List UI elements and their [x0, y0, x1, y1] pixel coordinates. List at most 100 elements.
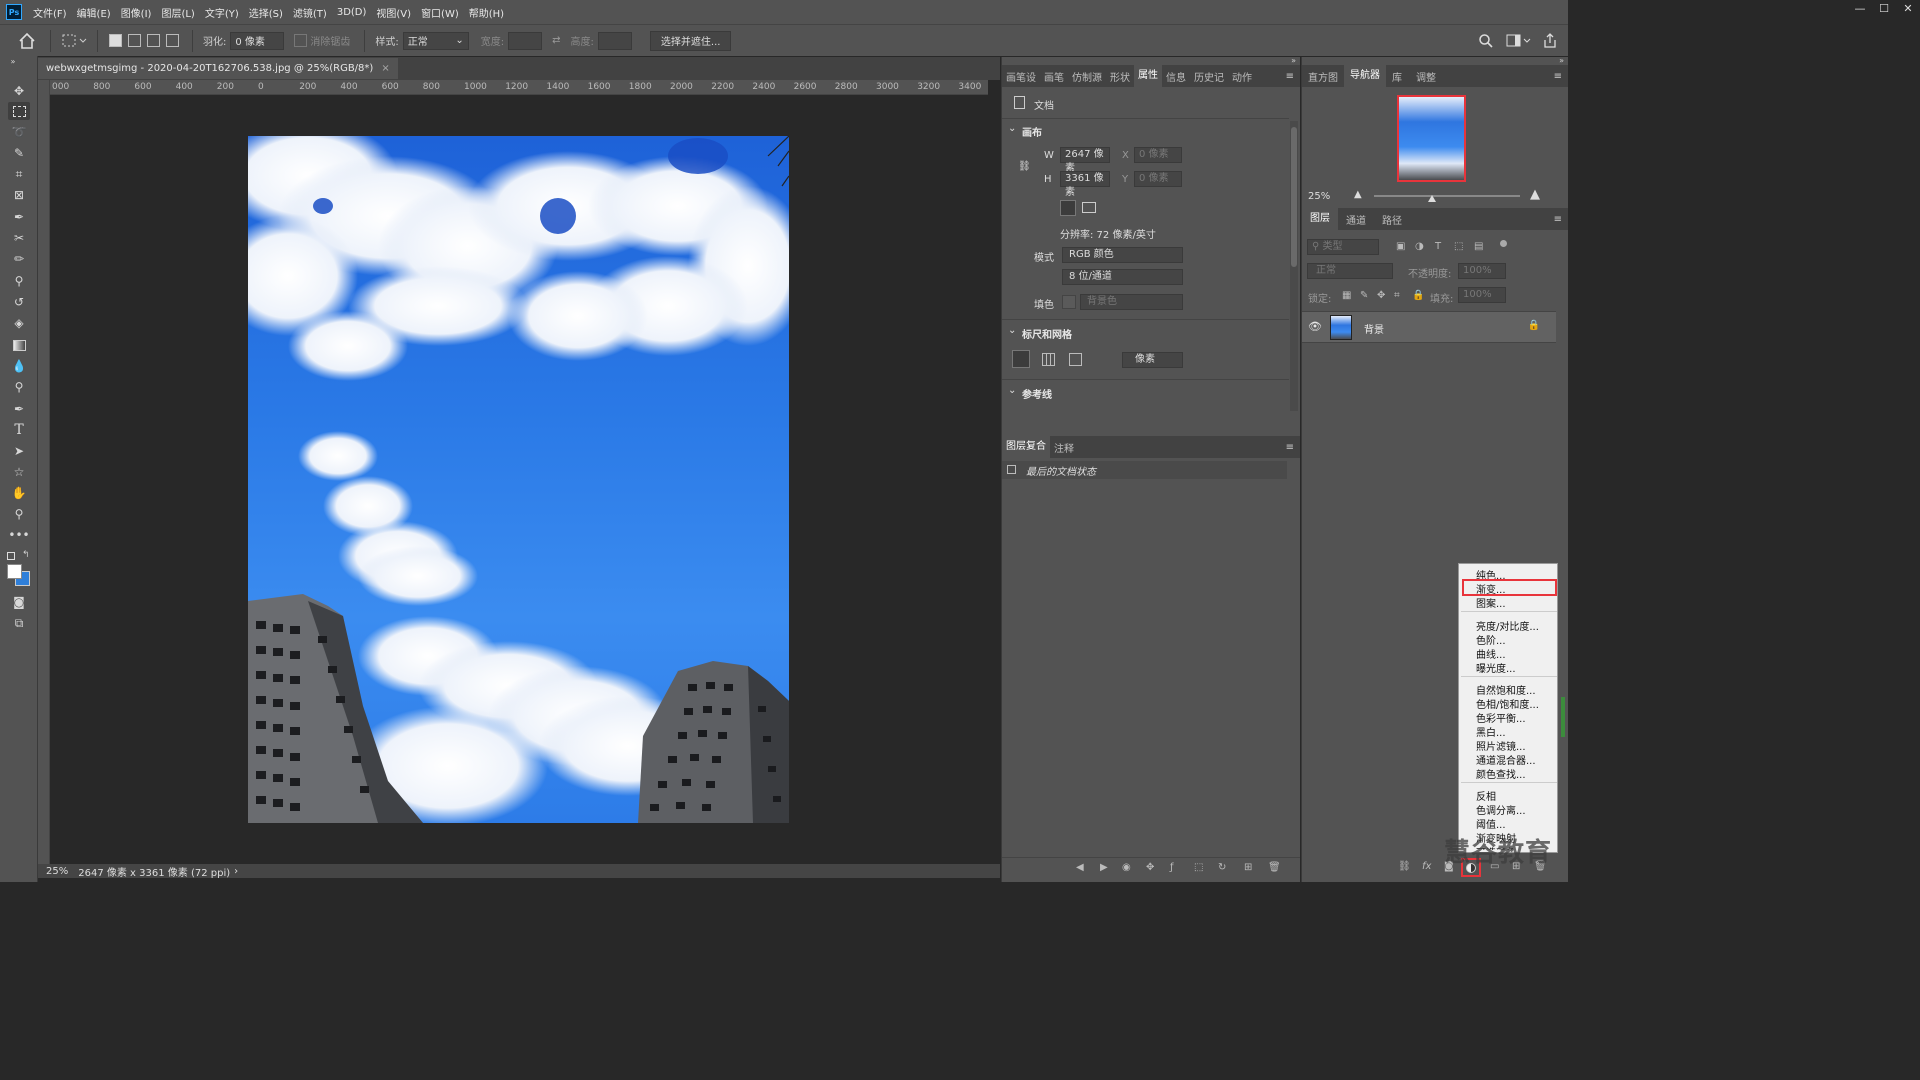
chevron-down-icon[interactable]: ⌄ [1008, 123, 1016, 134]
layer-filter-select[interactable]: ⚲ 类型 [1307, 239, 1379, 255]
tab-actions[interactable]: 动作 [1228, 69, 1256, 84]
zoom-in-icon[interactable]: ▲ [1530, 187, 1540, 202]
status-arrow-icon[interactable]: › [234, 866, 238, 877]
navigator-zoom[interactable]: 25% [1308, 191, 1330, 202]
visibility-eye-icon[interactable]: 👁 [1308, 320, 1322, 333]
pen-tool-icon[interactable]: ✒ [8, 400, 30, 418]
swap-icon[interactable]: ⇄ [552, 35, 560, 46]
tab-history[interactable]: 历史记 [1190, 69, 1228, 84]
document-image[interactable] [248, 136, 789, 823]
tab-channels[interactable]: 通道 [1338, 212, 1374, 227]
menu-type[interactable]: 文字(Y) [200, 5, 244, 20]
zoom-slider-handle[interactable] [1428, 195, 1436, 202]
chevron-down-icon[interactable]: ⌄ [1008, 385, 1016, 396]
new-selection-icon[interactable] [109, 34, 122, 47]
tab-paths[interactable]: 路径 [1374, 212, 1410, 227]
bit-depth-select[interactable]: 8 位/通道 [1062, 269, 1183, 285]
select-and-mask-button[interactable]: 选择并遮住... [649, 30, 732, 51]
tab-navigator[interactable]: 导航器 [1344, 65, 1386, 87]
grid-toggle-icon[interactable] [1042, 353, 1055, 366]
frame-tool-icon[interactable]: ⊠ [8, 186, 30, 204]
menu-item-threshold[interactable]: 阈值... [1476, 816, 1506, 831]
more-tools-icon[interactable]: ••• [8, 526, 30, 544]
marquee-tool-icon[interactable] [8, 102, 30, 120]
width-input[interactable] [508, 31, 543, 50]
crop-tool-icon[interactable]: ⌗ [8, 165, 30, 183]
panel-menu-icon[interactable]: ≡ [1554, 71, 1562, 82]
filter-toggle-icon[interactable] [1500, 240, 1507, 247]
eraser-tool-icon[interactable]: ◈ [8, 314, 30, 332]
shape-tool-icon[interactable]: ☆ [8, 463, 30, 481]
canvas-width-field[interactable]: 2647 像素 [1060, 147, 1110, 174]
previous-comp-icon[interactable]: ◀ [1076, 862, 1084, 873]
menu-item-color-lookup[interactable]: 颜色查找... [1476, 766, 1526, 781]
zoom-level[interactable]: 25% [46, 866, 68, 877]
appearance-comp-icon[interactable]: ƒ [1170, 862, 1174, 873]
height-input[interactable] [597, 31, 632, 50]
menu-view[interactable]: 视图(V) [371, 5, 416, 20]
home-icon[interactable] [18, 32, 36, 50]
selection-comp-icon[interactable]: ⬚ [1194, 862, 1203, 873]
chevron-down-icon[interactable]: ⌄ [1008, 325, 1016, 336]
eyedropper-tool-icon[interactable]: ✒ [8, 208, 30, 226]
menu-item-invert[interactable]: 反相 [1476, 788, 1496, 803]
tab-notes[interactable]: 注释 [1050, 440, 1078, 455]
add-to-selection-icon[interactable] [128, 34, 141, 47]
trash-icon[interactable]: 🗑 [1268, 862, 1281, 873]
menu-filter[interactable]: 滤镜(T) [288, 5, 332, 20]
visibility-comp-icon[interactable]: ◉ [1122, 862, 1131, 873]
type-tool-icon[interactable]: T [8, 421, 30, 439]
minimize-button[interactable]: — [1848, 0, 1872, 18]
scrollbar[interactable] [1290, 121, 1298, 411]
filter-smart-object-icon[interactable]: ▤ [1474, 241, 1483, 252]
layer-row[interactable]: 👁 背景 🔒 [1302, 311, 1556, 343]
tab-brush-settings[interactable]: 画笔设 [1002, 69, 1040, 84]
menu-item-hue-saturation[interactable]: 色相/饱和度... [1476, 696, 1539, 711]
maximize-button[interactable]: ☐ [1872, 0, 1896, 18]
lasso-tool-icon[interactable]: ➰ [8, 123, 30, 141]
dodge-tool-icon[interactable]: ⚲ [8, 378, 30, 396]
layer-style-icon[interactable]: fx [1422, 861, 1431, 872]
menu-item-black-white[interactable]: 黑白... [1476, 724, 1506, 739]
lock-all-icon[interactable]: 🔒 [1412, 290, 1424, 301]
clone-stamp-tool-icon[interactable]: ⚲ [8, 272, 30, 290]
antialias-checkbox[interactable] [294, 34, 308, 47]
subtract-selection-icon[interactable] [147, 34, 160, 47]
menu-item-color-balance[interactable]: 色彩平衡... [1476, 710, 1526, 725]
menu-help[interactable]: 帮助(H) [464, 5, 509, 20]
menu-item-curves[interactable]: 曲线... [1476, 646, 1506, 661]
panel-menu-icon[interactable]: ≡ [1286, 71, 1294, 82]
filter-type-icon[interactable]: T [1435, 241, 1441, 252]
document-tab[interactable]: webwxgetmsgimg - 2020-04-20T162706.538.j… [38, 58, 398, 79]
scrollbar[interactable] [1561, 697, 1565, 737]
canvas-x-field[interactable]: 0 像素 [1134, 147, 1182, 163]
menu-select[interactable]: 选择(S) [244, 5, 288, 20]
default-colors-icon[interactable] [7, 552, 15, 560]
tab-properties[interactable]: 属性 [1134, 65, 1162, 87]
menu-item-brightness-contrast[interactable]: 亮度/对比度... [1476, 618, 1539, 633]
share-icon[interactable] [1542, 32, 1558, 49]
tab-clone-source[interactable]: 仿制源 [1068, 69, 1106, 84]
rulers-grid-section-title[interactable]: 标尺和网格 [1022, 326, 1072, 341]
tab-info[interactable]: 信息 [1162, 69, 1190, 84]
lock-position-icon[interactable]: ✥ [1377, 290, 1385, 301]
close-button[interactable]: ✕ [1896, 0, 1920, 18]
menu-item-gradient[interactable]: 渐变... [1476, 581, 1506, 596]
menu-image[interactable]: 图像(I) [116, 5, 157, 20]
fill-opacity-field[interactable]: 100% [1458, 287, 1506, 303]
panel-menu-icon[interactable]: ≡ [1554, 214, 1562, 225]
menu-item-channel-mixer[interactable]: 通道混合器... [1476, 752, 1536, 767]
foreground-color-swatch[interactable] [7, 564, 22, 579]
blend-mode-select[interactable]: 正常 [1307, 263, 1393, 279]
layer-name[interactable]: 背景 [1364, 321, 1384, 336]
gradient-tool-icon[interactable] [8, 336, 30, 354]
panel-menu-icon[interactable]: ≡ [1286, 442, 1294, 453]
canvas-y-field[interactable]: 0 像素 [1134, 171, 1182, 187]
guides-section-title[interactable]: 参考线 [1022, 386, 1052, 401]
history-brush-tool-icon[interactable]: ↺ [8, 293, 30, 311]
tab-brushes[interactable]: 画笔 [1040, 69, 1068, 84]
tab-layers[interactable]: 图层 [1302, 208, 1338, 230]
healing-brush-tool-icon[interactable]: ✂ [8, 229, 30, 247]
style-select[interactable]: 正常 ⌄ [402, 31, 469, 50]
marquee-tool-preset-icon[interactable] [61, 33, 89, 49]
